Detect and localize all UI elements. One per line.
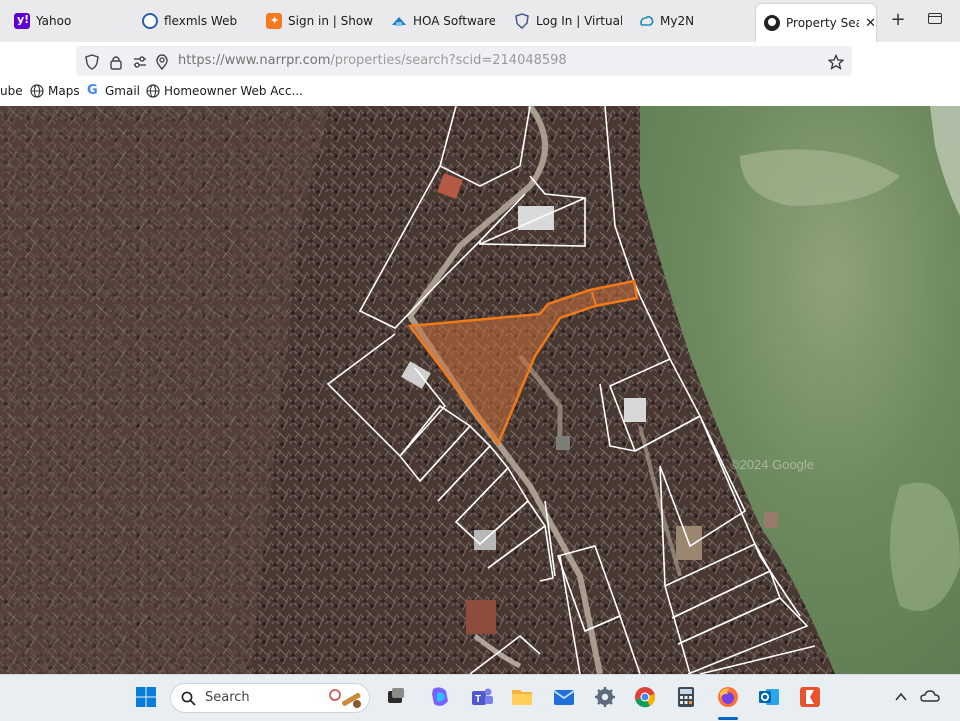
windows-start-icon[interactable]	[134, 685, 158, 709]
list-all-tabs-icon[interactable]	[928, 13, 942, 24]
tab-property-search[interactable]: Property Searc ✕	[756, 4, 876, 42]
url-path: /properties/search?scid=214048598	[330, 53, 567, 68]
narrpr-icon	[764, 15, 780, 31]
globe-icon	[146, 84, 160, 98]
onedrive-icon[interactable]	[920, 689, 940, 703]
tab-label: Log In | Virtual Ke	[536, 14, 622, 28]
tab-showingtime[interactable]: ✦ Sign in | Showing	[266, 0, 374, 42]
map-watermark: ©2024 Google	[730, 457, 814, 472]
chrome-icon[interactable]	[633, 685, 657, 709]
close-tab-icon[interactable]: ✕	[865, 16, 876, 31]
bookmark-maps[interactable]: Maps	[30, 84, 80, 98]
shield-icon	[514, 13, 530, 30]
lock-icon[interactable]	[108, 54, 124, 70]
taskbar: Search T	[0, 674, 960, 721]
url-bar[interactable]: https://www.narrpr.com/properties/search…	[76, 46, 852, 76]
tab-bar: y! Yahoo flexmls Web ✦ Sign in | Showing…	[0, 0, 960, 42]
tab-flexmls[interactable]: flexmls Web	[142, 0, 252, 42]
bookmark-label: Maps	[48, 84, 80, 98]
file-explorer-icon[interactable]	[510, 685, 534, 709]
satellite-map[interactable]: ©2024 Google	[0, 106, 960, 674]
bookmark-label: ube	[0, 84, 23, 98]
bookmark-gmail[interactable]: G Gmail	[87, 83, 141, 99]
tab-my2n[interactable]: My2N	[638, 0, 728, 42]
tab-label: Yahoo	[36, 14, 72, 28]
url-host: https://www.narrpr.com	[178, 53, 331, 68]
my2n-icon	[638, 13, 654, 29]
building	[518, 206, 554, 230]
tab-label: HOA Software | H	[413, 14, 495, 28]
bookmark-youtube[interactable]: ube	[0, 84, 23, 98]
hoa-icon	[391, 13, 407, 29]
tab-label: flexmls Web	[164, 14, 238, 28]
location-pin-icon[interactable]	[154, 54, 170, 70]
chevron-up-icon[interactable]	[894, 691, 908, 703]
settings-icon[interactable]	[593, 685, 617, 709]
svg-text:T: T	[475, 694, 481, 705]
building	[764, 512, 778, 528]
building	[556, 436, 570, 450]
nav-bar: https://www.narrpr.com/properties/search…	[0, 42, 960, 80]
task-view-icon[interactable]	[384, 685, 408, 709]
tab-hoa[interactable]: HOA Software | H	[391, 0, 495, 42]
showingtime-icon: ✦	[266, 13, 282, 29]
yahoo-icon: y!	[14, 13, 30, 29]
search-placeholder: Search	[205, 690, 250, 705]
flexmls-icon	[142, 13, 158, 29]
mail-icon[interactable]	[552, 685, 576, 709]
building	[466, 600, 496, 634]
bookmarks-bar: ube Maps G Gmail Homeowner Web Acc...	[0, 80, 960, 107]
bookmark-label: Gmail	[105, 84, 141, 98]
tab-yahoo[interactable]: y! Yahoo	[14, 0, 124, 42]
taskbar-search[interactable]: Search	[170, 683, 370, 713]
calculator-icon[interactable]	[674, 685, 698, 709]
shield-icon[interactable]	[84, 54, 100, 70]
google-icon: G	[87, 83, 98, 98]
copilot-icon[interactable]	[428, 685, 452, 709]
bookmark-homeowner[interactable]: Homeowner Web Acc...	[146, 84, 303, 98]
new-tab-button[interactable]: +	[888, 10, 908, 30]
office-icon[interactable]	[798, 685, 822, 709]
search-icon	[181, 691, 196, 706]
building	[624, 398, 646, 422]
globe-icon	[30, 84, 44, 98]
permissions-icon[interactable]	[132, 54, 148, 70]
bookmark-star-icon[interactable]	[828, 54, 844, 70]
map-canvas[interactable]: ©2024 Google	[0, 106, 960, 674]
tab-label: Sign in | Showing	[288, 14, 374, 28]
firefox-icon[interactable]	[716, 685, 740, 709]
search-highlight-icon	[329, 689, 361, 708]
bookmark-label: Homeowner Web Acc...	[164, 84, 303, 98]
url-text[interactable]: https://www.narrpr.com/properties/search…	[178, 53, 567, 68]
teams-icon[interactable]: T	[470, 685, 494, 709]
outlook-icon[interactable]	[757, 685, 781, 709]
tab-label: My2N	[660, 14, 695, 28]
tab-label: Property Searc	[786, 16, 859, 30]
tab-virtualkey[interactable]: Log In | Virtual Ke	[514, 0, 622, 42]
